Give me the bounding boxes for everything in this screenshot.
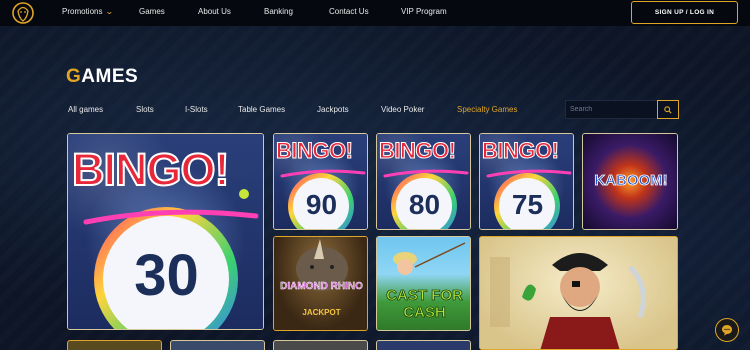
rhino-jackpot-label: JACKPOT [302, 308, 341, 317]
tab-specialty-games[interactable]: Specialty Games [457, 105, 517, 114]
kaboom-logo: KABOOM! [594, 172, 668, 190]
game-tile-diamond-rhino[interactable]: DIAMOND RHINO JACKPOT [273, 236, 368, 331]
tab-all-games[interactable]: All games [68, 105, 103, 114]
nav-about-us[interactable]: About Us [198, 7, 231, 16]
search-input[interactable] [565, 100, 657, 119]
game-tile-bingo-30[interactable]: BINGO! 30 [67, 133, 264, 330]
game-tile-cast-for-cash[interactable]: CAST FOR CASH [376, 236, 471, 331]
bingo-number: 30 [134, 243, 199, 308]
lion-logo-icon[interactable] [12, 1, 34, 25]
nav-promotions[interactable]: Promotions ⌄ [62, 7, 115, 16]
bingo-number: 80 [408, 189, 441, 220]
pirate-artwork [490, 253, 646, 349]
nav-vip-program[interactable]: VIP Program [401, 7, 447, 16]
signup-login-button[interactable]: SIGN UP / LOG IN [631, 1, 738, 24]
page-title: GAMES [66, 66, 139, 87]
bingo-logo: BINGO! [275, 138, 353, 164]
live-chat-button[interactable] [715, 318, 739, 342]
chat-bubble-icon [722, 325, 732, 336]
tab-slots[interactable]: Slots [136, 105, 154, 114]
tab-table-games[interactable]: Table Games [238, 105, 285, 114]
game-tile-bingo-90[interactable]: BINGO! 90 [273, 133, 368, 230]
game-tile-partial[interactable] [67, 340, 162, 350]
game-tile-partial[interactable] [170, 340, 265, 350]
top-nav-bar: Promotions ⌄ Games About Us Banking Conta… [0, 0, 750, 26]
search-icon [664, 105, 672, 114]
bingo-logo: BINGO! [378, 138, 456, 164]
game-tile-pirate[interactable] [479, 236, 678, 350]
tab-video-poker[interactable]: Video Poker [381, 105, 424, 114]
tab-i-slots[interactable]: I-Slots [185, 105, 208, 114]
nav-contact-us[interactable]: Contact Us [329, 7, 369, 16]
chevron-down-icon: ⌄ [105, 7, 115, 16]
game-tile-bingo-75[interactable]: BINGO! 75 [479, 133, 574, 230]
search-button[interactable] [657, 100, 679, 119]
game-tile-partial[interactable] [273, 340, 368, 350]
bingo-number: 75 [511, 189, 544, 220]
bingo-logo: BINGO! [71, 143, 230, 196]
cast-for-cash-logo: CAST FOR CASH [386, 287, 463, 322]
game-tile-kaboom[interactable]: KABOOM! [582, 133, 678, 230]
nav-games[interactable]: Games [139, 7, 165, 16]
game-tile-partial[interactable] [376, 340, 471, 350]
tab-jackpots[interactable]: Jackpots [317, 105, 349, 114]
nav-banking[interactable]: Banking [264, 7, 293, 16]
bingo-logo: BINGO! [481, 138, 559, 164]
bingo-number: 90 [305, 189, 338, 220]
game-tile-bingo-80[interactable]: BINGO! 80 [376, 133, 471, 230]
rhino-logo: DIAMOND RHINO [280, 281, 363, 292]
